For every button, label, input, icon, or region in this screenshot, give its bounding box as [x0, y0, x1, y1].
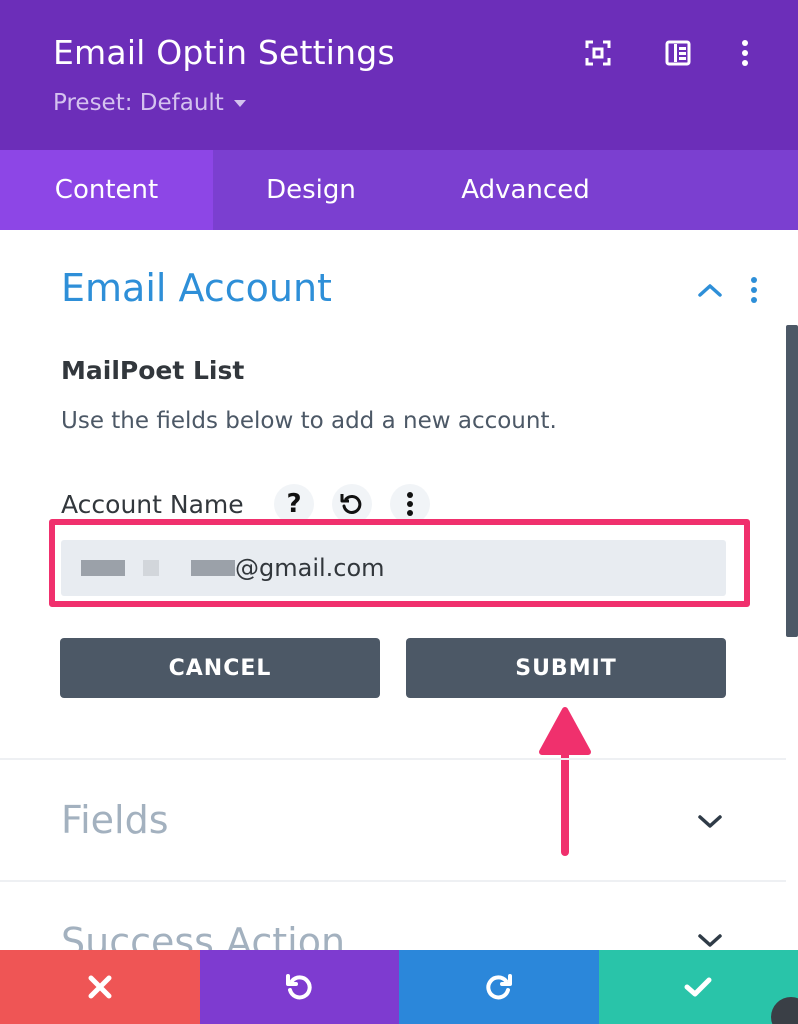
- cancel-button[interactable]: CANCEL: [60, 638, 380, 698]
- tab-advanced[interactable]: Advanced: [409, 150, 642, 230]
- mailpoet-list-title: MailPoet List: [61, 356, 245, 385]
- tab-design[interactable]: Design: [213, 150, 409, 230]
- tab-content[interactable]: Content: [0, 150, 213, 230]
- help-icon[interactable]: ?: [274, 484, 314, 524]
- sidebar-icon[interactable]: [663, 38, 693, 68]
- more-vertical-icon[interactable]: [730, 38, 760, 68]
- annotation-arrow: [539, 707, 591, 856]
- section-divider: [0, 880, 786, 882]
- undo-icon[interactable]: [199, 950, 399, 1024]
- chevron-down-icon[interactable]: [696, 810, 724, 834]
- tab-bar: Content Design Advanced: [0, 150, 798, 230]
- chevron-up-icon[interactable]: [696, 276, 724, 304]
- redo-icon[interactable]: [399, 950, 599, 1024]
- account-name-label: Account Name: [61, 490, 244, 519]
- section-divider: [0, 758, 786, 760]
- caret-down-icon: [233, 99, 246, 107]
- annotation-highlight-box: [49, 519, 750, 607]
- scrollbar[interactable]: [786, 325, 798, 637]
- preset-selector[interactable]: Preset: Default: [53, 90, 246, 116]
- modal-title: Email Optin Settings: [53, 33, 395, 72]
- settings-header: Email Optin Settings Preset: Default: [0, 0, 798, 150]
- field-options-icon[interactable]: [390, 484, 430, 524]
- section-options-icon[interactable]: [749, 276, 759, 308]
- fields-section-title[interactable]: Fields: [61, 798, 169, 842]
- email-account-section-title[interactable]: Email Account: [61, 266, 332, 310]
- submit-button[interactable]: SUBMIT: [406, 638, 726, 698]
- discard-icon[interactable]: [0, 950, 200, 1024]
- preset-label: Preset: Default: [53, 90, 224, 116]
- chevron-down-icon[interactable]: [696, 932, 724, 950]
- footer-action-bar: [0, 950, 798, 1024]
- reset-icon[interactable]: [332, 484, 372, 524]
- save-check-icon[interactable]: [598, 950, 798, 1024]
- account-description: Use the fields below to add a new accoun…: [61, 408, 557, 434]
- expand-icon[interactable]: [583, 38, 613, 68]
